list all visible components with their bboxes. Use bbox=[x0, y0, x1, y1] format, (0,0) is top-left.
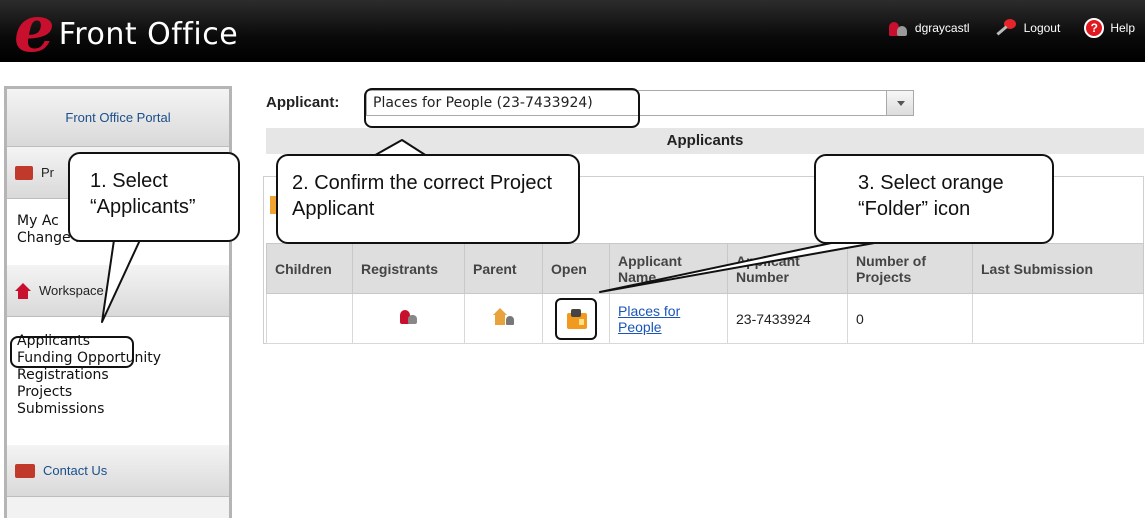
open-folder-button[interactable] bbox=[555, 297, 597, 340]
cell-parent bbox=[464, 293, 543, 344]
callout-step-2: 2. Confirm the correct Project Applicant bbox=[276, 154, 580, 244]
applicants-table: Children Registrants Parent Open Applica… bbox=[266, 243, 1144, 344]
username-label: dgraycastl bbox=[914, 21, 970, 35]
applicant-name-link[interactable]: Places for People bbox=[618, 303, 680, 335]
projects-label: Pr bbox=[41, 165, 54, 180]
parent-icon[interactable] bbox=[492, 308, 516, 326]
col-registrants: Registrants bbox=[352, 243, 465, 294]
sidebar-item-portal[interactable]: Front Office Portal bbox=[7, 89, 229, 147]
logout-label: Logout bbox=[1023, 21, 1061, 35]
callout-step-3: 3. Select orange “Folder” icon bbox=[814, 154, 1054, 244]
cell-number-of-projects: 0 bbox=[847, 293, 973, 344]
help-button[interactable]: ? Help bbox=[1084, 18, 1135, 38]
top-nav: dgraycastl Logout ? Help bbox=[888, 18, 1135, 38]
col-applicant-number: Applicant Number bbox=[727, 243, 848, 294]
logout-button[interactable]: Logout bbox=[994, 19, 1061, 37]
key-icon bbox=[994, 19, 1018, 37]
contact-label: Contact Us bbox=[43, 463, 108, 478]
logo-e-icon: e bbox=[14, 0, 55, 67]
cell-registrants bbox=[352, 293, 465, 344]
col-last-submission: Last Submission bbox=[972, 243, 1144, 294]
cell-applicant-name: Places for People bbox=[609, 293, 728, 344]
user-menu[interactable]: dgraycastl bbox=[888, 20, 970, 36]
table-header-row: Children Registrants Parent Open Applica… bbox=[266, 243, 1144, 294]
folder-icon bbox=[567, 308, 587, 329]
sidebar-link-submissions[interactable]: Submissions bbox=[17, 401, 219, 418]
portal-label: Front Office Portal bbox=[65, 110, 171, 125]
sidebar: Front Office Portal Pr My Ac Change Pard… bbox=[4, 86, 232, 518]
chevron-down-icon[interactable] bbox=[886, 91, 913, 115]
sidebar-item-contact[interactable]: Contact Us bbox=[7, 445, 229, 497]
section-title: Applicants bbox=[266, 128, 1144, 154]
sidebar-item-workspace[interactable]: Workspace bbox=[7, 265, 229, 317]
col-children: Children bbox=[266, 243, 353, 294]
cell-last-submission bbox=[972, 293, 1144, 344]
applicant-label: Applicant: bbox=[266, 94, 340, 111]
front-office-logo[interactable]: e Front Office bbox=[14, 0, 239, 67]
col-number-of-projects: Number of Projects bbox=[847, 243, 973, 294]
logo-text: Front Office bbox=[58, 16, 239, 52]
registrants-icon[interactable] bbox=[398, 308, 420, 326]
col-applicant-name: Applicant Name bbox=[609, 243, 728, 294]
table-row: Places for People 23-7433924 0 bbox=[266, 293, 1144, 344]
help-label: Help bbox=[1110, 21, 1135, 35]
sidebar-link-projects[interactable]: Projects bbox=[17, 384, 219, 401]
col-parent: Parent bbox=[464, 243, 543, 294]
user-icon bbox=[888, 20, 909, 36]
envelope-icon bbox=[15, 463, 35, 478]
callout-step-1: 1. Select “Applicants” bbox=[68, 152, 240, 242]
projects-folder-icon bbox=[15, 165, 33, 180]
applicant-highlight bbox=[364, 88, 640, 128]
cell-children bbox=[266, 293, 353, 344]
help-icon: ? bbox=[1084, 18, 1105, 38]
col-open: Open bbox=[542, 243, 610, 294]
cell-applicant-number: 23-7433924 bbox=[727, 293, 848, 344]
applicants-highlight bbox=[10, 336, 134, 368]
workspace-label: Workspace bbox=[39, 283, 104, 298]
top-bar: e Front Office dgraycastl Logout ? Help bbox=[0, 0, 1145, 62]
home-icon bbox=[15, 282, 31, 299]
cell-open bbox=[542, 293, 610, 344]
